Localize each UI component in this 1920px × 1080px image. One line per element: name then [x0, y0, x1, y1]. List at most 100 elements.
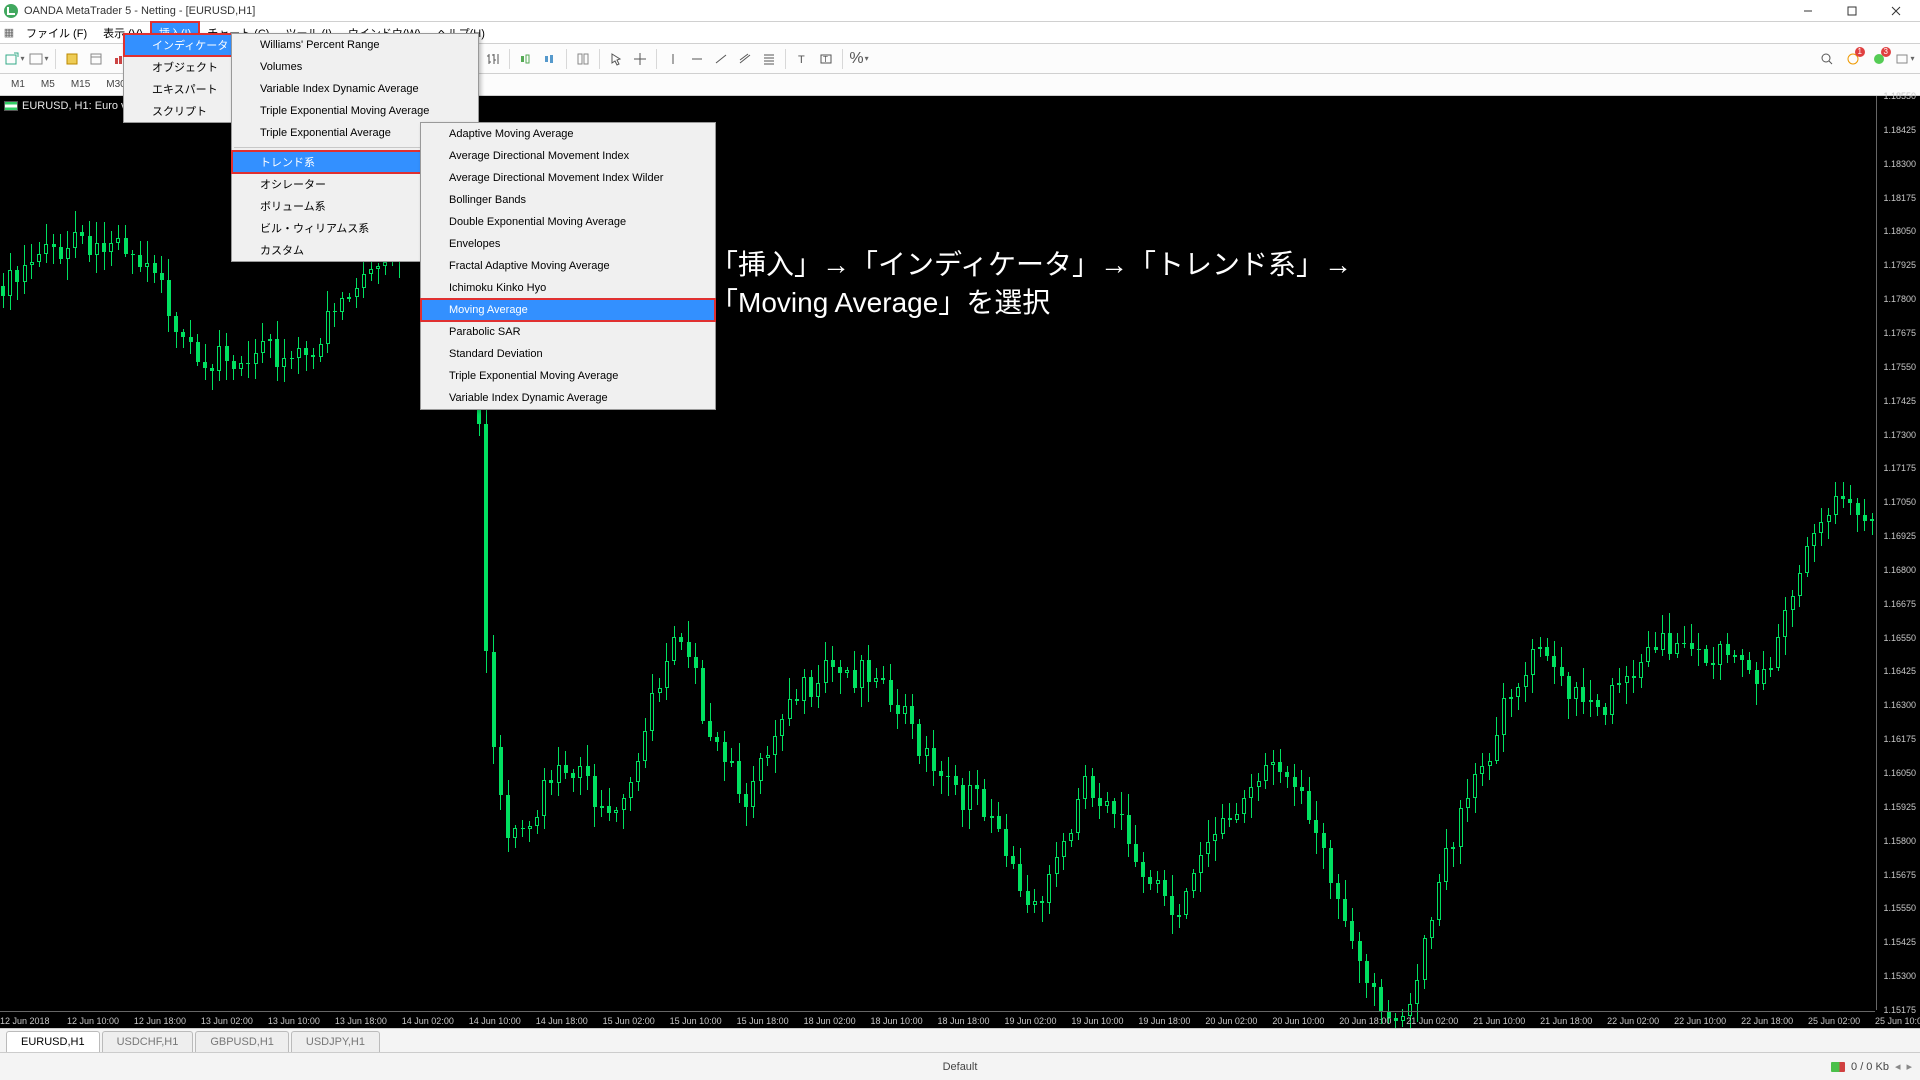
- menuitem-adaptive-moving-average[interactable]: Adaptive Moving Average: [421, 123, 715, 145]
- vertical-line-button[interactable]: [662, 48, 684, 70]
- equidistant-channel-button[interactable]: [734, 48, 756, 70]
- app-logo-icon: [4, 4, 18, 18]
- svg-text:T: T: [798, 54, 805, 66]
- ytick: 1.17800: [1883, 294, 1916, 304]
- ytick: 1.15425: [1883, 937, 1916, 947]
- chart-bars-button[interactable]: [482, 48, 504, 70]
- menuitem-envelopes[interactable]: Envelopes: [421, 233, 715, 255]
- xtick: 18 Jun 18:00: [938, 1016, 990, 1026]
- ytick: 1.17675: [1883, 328, 1916, 338]
- trend-indicators-submenu[interactable]: Adaptive Moving AverageAverage Direction…: [420, 122, 716, 410]
- xtick: 20 Jun 02:00: [1205, 1016, 1257, 1026]
- window-close-button[interactable]: [1882, 1, 1910, 21]
- xtick: 20 Jun 18:00: [1339, 1016, 1391, 1026]
- xtick: 14 Jun 18:00: [536, 1016, 588, 1026]
- menuitem-volumes[interactable]: Volumes: [232, 56, 478, 78]
- chart-candles-button[interactable]: [515, 48, 537, 70]
- menuitem-fractal-adaptive-moving-average[interactable]: Fractal Adaptive Moving Average: [421, 255, 715, 277]
- menu-ファイルF[interactable]: ファイル (F): [18, 22, 95, 43]
- menuitem-standard-deviation[interactable]: Standard Deviation: [421, 343, 715, 365]
- ytick: 1.17050: [1883, 497, 1916, 507]
- ytick: 1.15925: [1883, 802, 1916, 812]
- ytick: 1.17925: [1883, 260, 1916, 270]
- ytick: 1.18050: [1883, 226, 1916, 236]
- menuitem-average-directional-movement-index[interactable]: Average Directional Movement Index: [421, 145, 715, 167]
- menuitem-double-exponential-moving-average[interactable]: Double Exponential Moving Average: [421, 211, 715, 233]
- crosshair-button[interactable]: [629, 48, 651, 70]
- chart-tab-GBPUSDH1[interactable]: GBPUSD,H1: [195, 1031, 289, 1052]
- mql5-community-button[interactable]: 3: [1868, 48, 1890, 70]
- timeframe-M1[interactable]: M1: [4, 76, 32, 93]
- window-maximize-button[interactable]: [1838, 1, 1866, 21]
- chart-tabs: EURUSD,H1USDCHF,H1GBPUSD,H1USDJPY,H1: [0, 1028, 1920, 1052]
- ytick: 1.15675: [1883, 870, 1916, 880]
- xtick: 21 Jun 18:00: [1540, 1016, 1592, 1026]
- svg-text:T: T: [823, 55, 828, 64]
- status-traffic: 0 / 0 Kb: [1851, 1061, 1889, 1073]
- xtick: 15 Jun 10:00: [670, 1016, 722, 1026]
- ytick: 1.15300: [1883, 971, 1916, 981]
- status-bar: Default 0 / 0 Kb ◂ ▸: [0, 1052, 1920, 1080]
- chart-tab-EURUSDH1[interactable]: EURUSD,H1: [6, 1031, 100, 1052]
- horizontal-line-button[interactable]: [686, 48, 708, 70]
- search-button[interactable]: [1816, 48, 1838, 70]
- ytick: 1.17300: [1883, 430, 1916, 440]
- menuitem-ichimoku-kinko-hyo[interactable]: Ichimoku Kinko Hyo: [421, 277, 715, 299]
- text-button[interactable]: T: [791, 48, 813, 70]
- objects-button[interactable]: %▾: [848, 48, 870, 70]
- menuitem-variable-index-dynamic-average[interactable]: Variable Index Dynamic Average: [232, 78, 478, 100]
- xtick: 22 Jun 10:00: [1674, 1016, 1726, 1026]
- profiles-button[interactable]: ▾: [28, 48, 50, 70]
- xtick: 15 Jun 18:00: [737, 1016, 789, 1026]
- trendline-button[interactable]: [710, 48, 732, 70]
- ytick: 1.16925: [1883, 531, 1916, 541]
- menuitem-triple-exponential-moving-average[interactable]: Triple Exponential Moving Average: [421, 365, 715, 387]
- connection-icon: [1831, 1062, 1845, 1072]
- eurusd-flag-icon: [4, 101, 18, 111]
- text-label-button[interactable]: T: [815, 48, 837, 70]
- instruction-annotation: 「挿入」→「インディケータ」→「トレンド系」→「Moving Average」を…: [710, 246, 1352, 322]
- menuitem-bollinger-bands[interactable]: Bollinger Bands: [421, 189, 715, 211]
- xtick: 12 Jun 10:00: [67, 1016, 119, 1026]
- vps-button[interactable]: ▾: [1894, 48, 1916, 70]
- chart-line-button[interactable]: [539, 48, 561, 70]
- ytick: 1.16675: [1883, 599, 1916, 609]
- menuitem-triple-exponential-moving-average[interactable]: Triple Exponential Moving Average: [232, 100, 478, 122]
- menuitem-variable-index-dynamic-average[interactable]: Variable Index Dynamic Average: [421, 387, 715, 409]
- chart-auto-scroll-button[interactable]: [572, 48, 594, 70]
- ytick: 1.16800: [1883, 565, 1916, 575]
- window-titlebar: OANDA MetaTrader 5 - Netting - [EURUSD,H…: [0, 0, 1920, 22]
- time-axis: 12 Jun 201812 Jun 10:0012 Jun 18:0013 Ju…: [0, 1011, 1875, 1028]
- xtick: 19 Jun 10:00: [1071, 1016, 1123, 1026]
- xtick: 22 Jun 18:00: [1741, 1016, 1793, 1026]
- xtick: 13 Jun 10:00: [268, 1016, 320, 1026]
- scroll-left-icon[interactable]: ◂: [1895, 1060, 1901, 1073]
- market-watch-button[interactable]: [61, 48, 83, 70]
- menuitem-moving-average[interactable]: Moving Average: [421, 299, 715, 321]
- menuitem-parabolic-sar[interactable]: Parabolic SAR: [421, 321, 715, 343]
- timeframe-M5[interactable]: M5: [34, 76, 62, 93]
- xtick: 14 Jun 10:00: [469, 1016, 521, 1026]
- cursor-button[interactable]: [605, 48, 627, 70]
- xtick: 20 Jun 10:00: [1272, 1016, 1324, 1026]
- menuitem-average-directional-movement-index-wilder[interactable]: Average Directional Movement Index Wilde…: [421, 167, 715, 189]
- new-chart-button[interactable]: ▾: [4, 48, 26, 70]
- chart-tab-USDCHFH1[interactable]: USDCHF,H1: [102, 1031, 194, 1052]
- navigator-button[interactable]: [85, 48, 107, 70]
- fibonacci-button[interactable]: [758, 48, 780, 70]
- window-minimize-button[interactable]: [1794, 1, 1822, 21]
- menuitem-williams-percent-range[interactable]: Williams' Percent Range: [232, 34, 478, 56]
- ytick: 1.15550: [1883, 903, 1916, 913]
- chart-tab-USDJPYH1[interactable]: USDJPY,H1: [291, 1031, 380, 1052]
- scroll-right-icon[interactable]: ▸: [1906, 1060, 1912, 1073]
- ytick: 1.17425: [1883, 396, 1916, 406]
- xtick: 12 Jun 2018: [0, 1016, 50, 1026]
- xtick: 25 Jun 02:00: [1808, 1016, 1860, 1026]
- ytick: 1.17550: [1883, 362, 1916, 372]
- xtick: 15 Jun 02:00: [603, 1016, 655, 1026]
- ytick: 1.15800: [1883, 836, 1916, 846]
- document-icon: ▦: [0, 22, 18, 43]
- ytick: 1.15175: [1883, 1005, 1916, 1015]
- alerts-button[interactable]: 1: [1842, 48, 1864, 70]
- timeframe-M15[interactable]: M15: [64, 76, 97, 93]
